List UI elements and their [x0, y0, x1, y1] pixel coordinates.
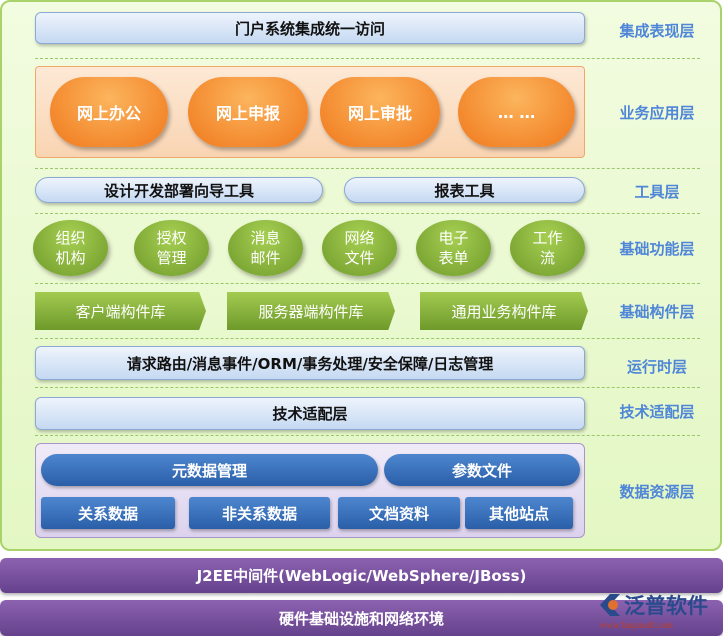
- function-text: 授权: [156, 229, 187, 247]
- layer-label-presentation: 集成表现层: [619, 22, 695, 40]
- logo-name: 泛普软件: [624, 594, 708, 618]
- function-text: 组织: [55, 229, 86, 247]
- function-text: 机构: [55, 249, 86, 267]
- layer-label-functions: 基础功能层: [619, 240, 695, 258]
- divider: [35, 338, 700, 339]
- logo-icon: [600, 594, 620, 616]
- component-business: 通用业务构件库: [420, 292, 588, 330]
- tool-report: 报表工具: [344, 177, 585, 203]
- data-nonrelational: 非关系数据: [189, 497, 330, 529]
- app-more: … …: [458, 77, 575, 147]
- function-text: 邮件: [250, 249, 281, 267]
- function-text: 消息: [250, 229, 281, 247]
- divider: [35, 213, 700, 214]
- logo-url: www.fanpusoft.com: [600, 620, 673, 630]
- function-netfile: 网络 文件: [322, 220, 397, 276]
- data-metadata: 元数据管理: [41, 454, 378, 486]
- component-server: 服务器端构件库: [227, 292, 395, 330]
- function-org: 组织 机构: [33, 220, 108, 276]
- function-text: 工作: [532, 229, 563, 247]
- divider: [35, 168, 700, 169]
- divider: [35, 387, 700, 388]
- function-text: 流: [539, 249, 555, 267]
- portal-bar: 门户系统集成统一访问: [35, 12, 585, 44]
- logo: 泛普软件 www.fanpusoft.com: [596, 590, 721, 634]
- layer-label-adapter: 技术适配层: [619, 403, 695, 421]
- adapter-bar: 技术适配层: [35, 397, 585, 430]
- function-eform: 电子 表单: [416, 220, 491, 276]
- function-message: 消息 邮件: [228, 220, 303, 276]
- layer-label-data: 数据资源层: [619, 483, 695, 501]
- divider: [35, 435, 700, 436]
- divider: [35, 283, 700, 284]
- app-online-approval: 网上审批: [320, 77, 440, 147]
- layer-label-tools: 工具层: [634, 183, 680, 201]
- data-params: 参数文件: [384, 454, 580, 486]
- runtime-bar: 请求路由/消息事件/ORM/事务处理/安全保障/日志管理: [35, 346, 585, 380]
- app-online-office: 网上办公: [50, 77, 168, 147]
- divider: [35, 58, 700, 59]
- data-relational: 关系数据: [41, 497, 175, 529]
- function-workflow: 工作流: [510, 220, 585, 276]
- function-text: 网络: [344, 229, 375, 247]
- tool-design-wizard: 设计开发部署向导工具: [35, 177, 323, 203]
- app-online-declaration: 网上申报: [188, 77, 308, 147]
- data-other-sites: 其他站点: [465, 497, 573, 529]
- component-client: 客户端构件库: [35, 292, 206, 330]
- function-text: 表单: [438, 249, 469, 267]
- layer-label-application: 业务应用层: [619, 104, 695, 122]
- data-documents: 文档资料: [338, 497, 460, 529]
- layer-label-components: 基础构件层: [619, 303, 695, 321]
- function-text: 文件: [344, 249, 375, 267]
- function-text: 管理: [156, 249, 187, 267]
- middleware-bar: J2EE中间件(WebLogic/WebSphere/JBoss): [0, 558, 723, 593]
- function-auth: 授权 管理: [134, 220, 209, 276]
- layer-label-runtime: 运行时层: [626, 358, 687, 376]
- function-text: 电子: [438, 229, 469, 247]
